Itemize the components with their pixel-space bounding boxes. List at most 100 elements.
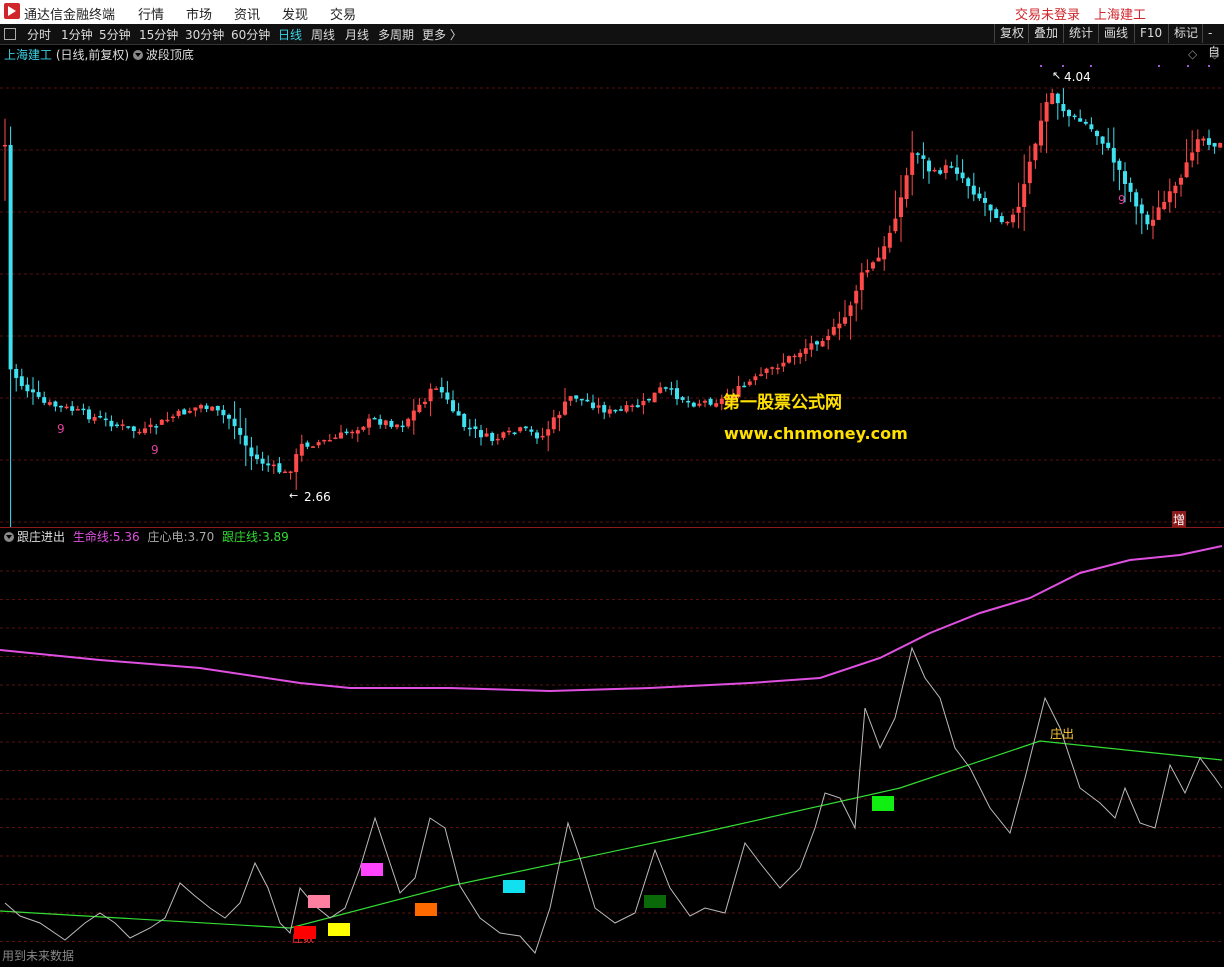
candle-body [14,368,19,378]
indicator-dropdown-icon[interactable] [132,50,143,60]
candle-body [708,398,713,405]
candle-body [210,406,215,411]
candle-body [277,463,282,473]
period-tab-more[interactable]: 更多 〉 [422,26,462,43]
candle-body [949,166,954,168]
candle-body [109,420,114,427]
app-logo-icon [4,3,20,19]
candle-body [1201,138,1206,141]
low-price-label: 2.66 [304,490,331,504]
candle-body [960,172,965,179]
candle-body [546,429,551,436]
login-status[interactable]: 交易未登录 [1015,4,1080,23]
menu-item-market[interactable]: 市场 [186,4,212,23]
candle-body [882,246,887,260]
period-tab-monthly[interactable]: 月线 [345,26,369,43]
candle-body [339,432,343,439]
diamond-icon[interactable]: ◇ [1188,47,1197,61]
high-price-label: 4.04 [1064,70,1091,84]
signal-dot [1090,65,1092,67]
candle-body [843,317,847,324]
candle-body [1005,221,1010,224]
candle-body [1106,142,1111,148]
candle-body [327,440,332,442]
custom-button[interactable]: -自 [1202,24,1224,59]
candle-body [316,442,321,446]
follow-line-label: 跟庄线: [222,530,263,544]
candle-body [792,355,797,358]
candle-body [714,403,719,407]
candle-body [389,420,394,427]
candle-body [1195,139,1200,152]
candle-body [848,305,853,316]
follow-line [0,740,1223,929]
candle-body [305,442,310,447]
menu-item-discover[interactable]: 发现 [282,4,308,23]
period-tab-daily[interactable]: 日线 [278,26,302,43]
menu-item-news[interactable]: 资讯 [234,4,260,23]
draw-line-button[interactable]: 画线 [1098,24,1133,43]
restore-right-button[interactable]: 复权 [994,24,1029,43]
candle-body [238,427,243,435]
diamond-icon-2[interactable]: ◇ [1210,47,1219,61]
candle-body [803,348,808,354]
candle-body [971,185,976,195]
candle-body [1089,124,1094,130]
candle-body [619,409,623,411]
candle-body [260,458,265,464]
layout-toggle-icon[interactable] [4,28,16,40]
candle-body [507,430,511,433]
candle-body [501,432,506,438]
candle-body [159,419,164,425]
candle-body [512,432,517,435]
period-tab-60min[interactable]: 60分钟 [231,26,270,43]
candle-body [697,403,702,406]
candle-body [1044,102,1049,122]
kline-pane[interactable]: 上海建工 (日线,前复权) 波段顶底 ◇ ◇ 4.04 ↖ 2.66 ← 9 9… [0,45,1224,577]
candle-body [518,427,523,432]
candle-body [81,408,86,411]
candle-body [299,443,304,456]
candle-body [473,426,478,430]
stats-button[interactable]: 统计 [1063,24,1098,43]
overlay-button[interactable]: 叠加 [1028,24,1063,43]
candle-body [910,152,915,175]
candle-body [602,405,607,413]
menu-item-trade[interactable]: 交易 [330,4,356,23]
indicator-chart [0,545,1224,954]
indicator-title[interactable]: 跟庄进出 [17,530,65,544]
candle-body [915,153,920,155]
candle-body [1134,192,1139,207]
kline-indicator-label[interactable]: 波段顶底 [146,48,194,62]
indicator-dropdown-icon[interactable] [4,532,14,542]
candle-body [1218,142,1223,148]
period-tab-weekly[interactable]: 周线 [311,26,335,43]
kline-stock-label: 上海建工 [4,48,53,62]
candle-body [624,405,629,412]
mark-button[interactable]: 标记 [1168,24,1203,43]
period-tab-15min[interactable]: 15分钟 [139,26,178,43]
f10-button[interactable]: F10 [1134,24,1167,43]
low-arrow-icon: ← [289,489,299,502]
candle-body [932,169,937,172]
period-tab-5min[interactable]: 5分钟 [99,26,131,43]
menu-item-quotes[interactable]: 行情 [138,4,164,23]
candle-body [1011,214,1015,223]
period-tab-1min[interactable]: 1分钟 [61,26,93,43]
candle-body [467,427,472,430]
candle-body [288,471,293,473]
period-tab-30min[interactable]: 30分钟 [185,26,224,43]
candle-body [1117,160,1122,170]
signal-dot [1208,65,1210,67]
period-tab-multi[interactable]: 多周期 [378,26,414,43]
indicator-pane[interactable]: 跟庄进出 生命线:5.36 庄心电:3.70 跟庄线:3.89 庄出 庄数 [0,528,1224,964]
watermark-title: 第一股票公式网 [723,393,842,413]
candle-body [1145,214,1150,225]
candle-body [563,401,567,415]
candle-body [770,367,775,369]
stock-name-header[interactable]: 上海建工 [1094,4,1146,23]
period-tab-intraday[interactable]: 分时 [27,26,51,43]
candle-body [70,406,75,411]
follow-line-value: 3.89 [262,530,289,544]
candle-body [1016,206,1021,213]
